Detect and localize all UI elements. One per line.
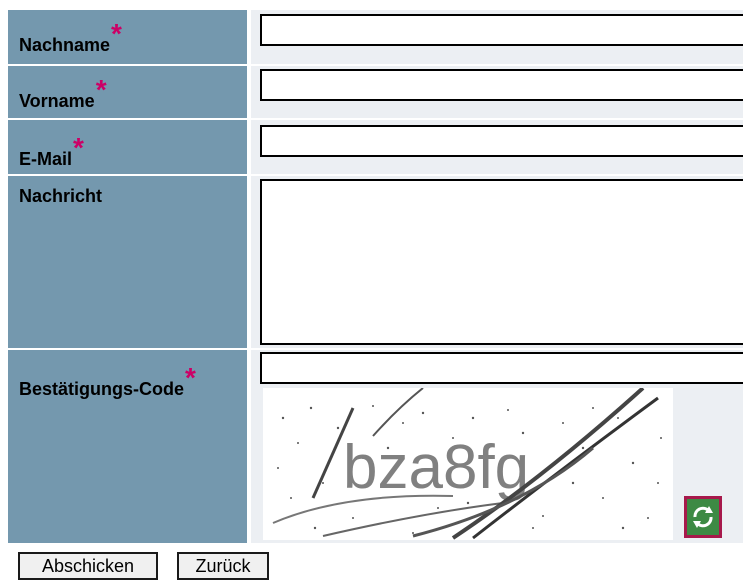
required-marker: * [95,74,107,105]
label-vorname: Vorname* [8,66,247,118]
captcha-graphic: bza8fg [272,388,662,540]
required-marker: * [73,132,84,163]
label-text: Nachricht [19,186,103,206]
captcha-text: bza8fg [343,433,529,502]
label-nachname: Nachname* [8,10,247,64]
label-captcha: Bestätigungs-Code* [8,350,247,543]
label-text: E-Mail [19,149,73,169]
label-email: E-Mail* [8,120,247,174]
required-marker: * [111,18,122,49]
captcha-input[interactable] [260,352,743,384]
captcha-refresh-button[interactable] [684,496,722,538]
label-text: Vorname [19,91,95,111]
email-input[interactable] [260,125,743,157]
captcha-image: bza8fg [263,388,673,540]
submit-button[interactable]: Abschicken [18,552,158,580]
label-text: Nachname [19,35,111,55]
label-text: Bestätigungs-Code [19,379,185,399]
required-marker: * [185,362,196,393]
firstname-input[interactable] [260,69,743,101]
message-textarea[interactable] [260,179,743,345]
back-button[interactable]: Zurück [177,552,269,580]
lastname-input[interactable] [260,14,743,46]
label-nachricht: Nachricht [8,176,247,348]
refresh-icon [687,499,719,535]
